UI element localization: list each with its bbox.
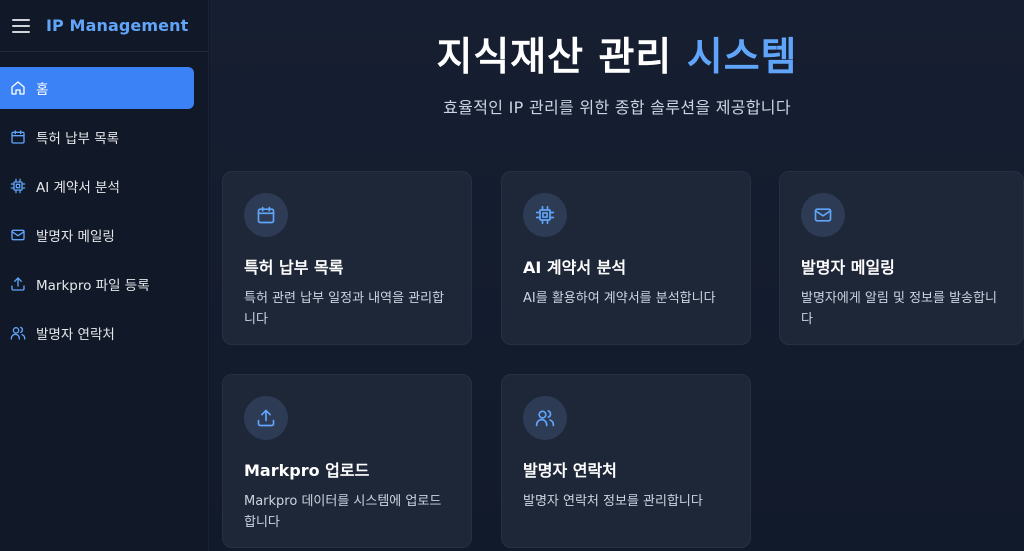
card-inventor-contacts[interactable]: 발명자 연락처 발명자 연락처 정보를 관리합니다 — [501, 374, 751, 548]
card-icon-wrap — [523, 193, 567, 237]
hero: 지식재산 관리 시스템 효율적인 IP 관리를 위한 종합 솔루션을 제공합니다 — [210, 0, 1024, 118]
app-title: IP Management — [46, 16, 189, 35]
card-markpro-upload[interactable]: Markpro 업로드 Markpro 데이터를 시스템에 업로드합니다 — [222, 374, 472, 548]
page-subtitle: 효율적인 IP 관리를 위한 종합 솔루션을 제공합니다 — [443, 98, 791, 117]
sidebar-header: IP Management — [0, 0, 208, 52]
sidebar-item-markpro-upload[interactable]: Markpro 파일 등록 — [0, 263, 192, 305]
cpu-icon — [535, 205, 555, 225]
card-description: 특허 관련 납부 일정과 내역을 관리합니다 — [244, 291, 445, 327]
cpu-icon — [10, 178, 26, 194]
card-ai-contract[interactable]: AI 계약서 분석 AI를 활용하여 계약서를 분석합니다 — [501, 171, 751, 345]
sidebar-item-label: Markpro 파일 등록 — [36, 278, 150, 294]
card-title: AI 계약서 분석 — [523, 258, 627, 277]
mail-icon — [814, 208, 832, 222]
main-content: 지식재산 관리 시스템 효율적인 IP 관리를 위한 종합 솔루션을 제공합니다… — [210, 0, 1024, 551]
users-icon — [535, 410, 555, 427]
sidebar-item-label: 발명자 연락처 — [36, 327, 115, 343]
page-title-main: 지식재산 관리 — [436, 35, 673, 80]
home-icon — [11, 81, 25, 95]
calendar-icon — [11, 130, 25, 144]
card-icon-wrap — [244, 396, 288, 440]
sidebar-item-inventor-mailing[interactable]: 발명자 메일링 — [0, 214, 192, 256]
card-description: 발명자 연락처 정보를 관리합니다 — [523, 494, 703, 509]
card-title: 발명자 메일링 — [801, 258, 895, 277]
sidebar-item-inventor-contacts[interactable]: 발명자 연락처 — [0, 312, 192, 354]
hamburger-menu-icon[interactable] — [12, 18, 30, 33]
card-description: 발명자에게 알림 및 정보를 발송합니다 — [801, 291, 997, 327]
sidebar-item-label: 특허 납부 목록 — [36, 131, 120, 147]
sidebar-item-ai-contract[interactable]: AI 계약서 분석 — [0, 165, 192, 207]
card-inventor-mailing[interactable]: 발명자 메일링 발명자에게 알림 및 정보를 발송합니다 — [779, 171, 1024, 345]
sidebar-item-label: AI 계약서 분석 — [36, 180, 120, 196]
sidebar-item-label: 홈 — [36, 82, 49, 98]
card-icon-wrap — [523, 396, 567, 440]
card-title: 특허 납부 목록 — [244, 258, 344, 277]
mail-icon — [11, 229, 25, 241]
sidebar-item-home[interactable]: 홈 — [0, 67, 194, 109]
page-title: 지식재산 관리 시스템 — [210, 30, 1024, 86]
upload-icon — [257, 409, 275, 427]
sidebar-item-label: 발명자 메일링 — [36, 229, 115, 245]
upload-icon — [11, 277, 25, 291]
page-title-accent: 시스템 — [686, 35, 798, 80]
users-icon — [10, 326, 26, 340]
card-icon-wrap — [801, 193, 845, 237]
card-description: Markpro 데이터를 시스템에 업로드합니다 — [244, 494, 442, 530]
sidebar: IP Management 홈 특허 납부 목록 AI 계약서 분석 발명자 메… — [0, 0, 209, 551]
card-patent-payments[interactable]: 특허 납부 목록 특허 관련 납부 일정과 내역을 관리합니다 — [222, 171, 472, 345]
sidebar-item-patent-payments[interactable]: 특허 납부 목록 — [0, 116, 192, 158]
sidebar-nav: 홈 특허 납부 목록 AI 계약서 분석 발명자 메일링 Markpro 파일 … — [0, 52, 208, 354]
card-title: 발명자 연락처 — [523, 461, 617, 480]
card-description: AI를 활용하여 계약서를 분석합니다 — [523, 291, 716, 306]
card-icon-wrap — [244, 193, 288, 237]
card-title: Markpro 업로드 — [244, 461, 370, 480]
calendar-icon — [257, 206, 275, 224]
